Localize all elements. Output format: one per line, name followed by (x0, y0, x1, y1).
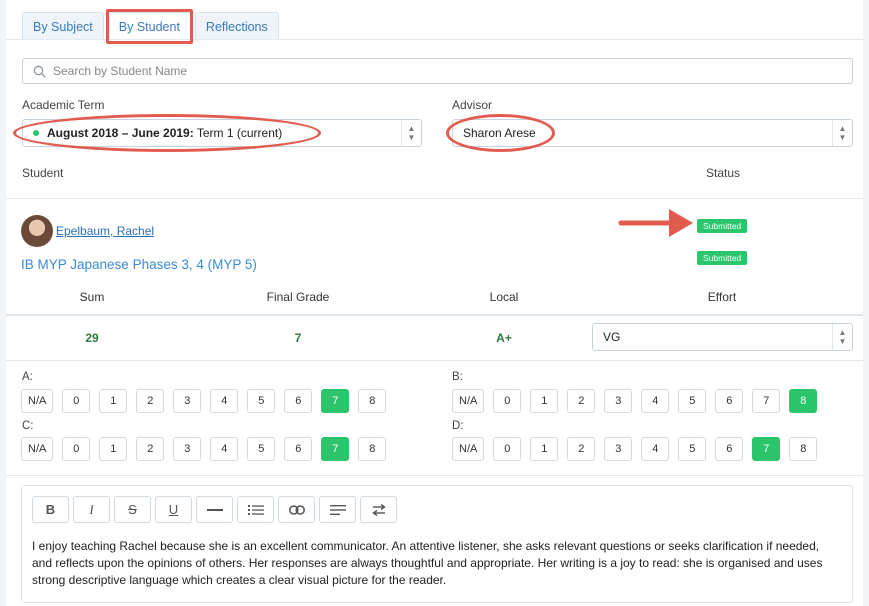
editor-divider (6, 475, 863, 476)
grade-button[interactable]: N/A (21, 389, 54, 413)
right-gutter (863, 0, 869, 606)
grade-button[interactable]: 4 (210, 437, 239, 461)
grade-button[interactable]: N/A (452, 389, 485, 413)
grade-button[interactable]: 3 (173, 437, 202, 461)
comment-editor[interactable]: B I S U I enjoy teaching Rachel because … (21, 485, 853, 603)
italic-icon[interactable]: I (73, 496, 110, 523)
search-icon (33, 65, 46, 77)
effort-value: VG (603, 330, 621, 344)
grade-button[interactable]: 6 (284, 437, 313, 461)
sum-value: 29 (85, 331, 99, 345)
grade-button[interactable]: 8 (358, 389, 387, 413)
grade-button[interactable]: 7 (752, 389, 781, 413)
criterion-b-label: B: (452, 371, 463, 383)
student-header: Student (22, 166, 64, 180)
annotation-ellipse (13, 114, 321, 152)
criterion-b-buttons: N/A 0 1 2 3 4 5 6 7 8 (452, 389, 826, 413)
link-icon[interactable] (278, 496, 315, 523)
header-divider (6, 198, 863, 199)
status-badge: Submitted (697, 251, 748, 265)
effort-header: Effort (707, 290, 737, 304)
grade-button[interactable]: 3 (604, 437, 633, 461)
align-icon[interactable] (319, 496, 356, 523)
grade-button[interactable]: 0 (493, 389, 522, 413)
advisor-label: Advisor (452, 98, 493, 112)
grade-button[interactable]: 5 (678, 437, 707, 461)
grade-button[interactable]: 5 (678, 389, 707, 413)
swap-icon[interactable] (360, 496, 397, 523)
local-header: Local (489, 290, 519, 304)
criteria-divider (6, 360, 863, 361)
grade-button[interactable]: 4 (210, 389, 239, 413)
criterion-d-label: D: (452, 420, 464, 432)
student-name-link[interactable]: Epelbaum, Rachel (56, 224, 154, 238)
final-grade-value: 7 (294, 331, 302, 345)
criterion-a-label: A: (22, 371, 33, 383)
grade-button[interactable]: 6 (715, 437, 744, 461)
grade-button[interactable]: 6 (284, 389, 313, 413)
grade-button[interactable]: 1 (530, 437, 559, 461)
status-badge: Submitted (697, 219, 748, 233)
criterion-c-label: C: (22, 420, 34, 432)
status-header: Status (706, 166, 741, 180)
tab-by-subject[interactable]: By Subject (22, 12, 104, 40)
grade-button[interactable]: 0 (62, 437, 91, 461)
grade-button[interactable]: 3 (604, 389, 633, 413)
grade-button[interactable]: 4 (641, 389, 670, 413)
term-label: Academic Term (22, 98, 105, 112)
criterion-d-buttons: N/A 0 1 2 3 4 5 6 7 8 (452, 437, 826, 461)
grade-button[interactable]: 2 (567, 389, 596, 413)
grade-button[interactable]: 4 (641, 437, 670, 461)
sum-header: Sum (79, 290, 105, 304)
chevron-updown-icon: ▲ ▼ (832, 324, 852, 350)
grade-button[interactable]: 8 (789, 389, 818, 413)
editor-toolbar: B I S U (32, 496, 401, 523)
grade-button[interactable]: 3 (173, 389, 202, 413)
underline-icon[interactable]: U (155, 496, 192, 523)
grade-button[interactable]: 7 (321, 437, 350, 461)
grade-button[interactable]: 2 (136, 389, 165, 413)
grade-button[interactable]: 1 (530, 389, 559, 413)
comment-text[interactable]: I enjoy teaching Rachel because she is a… (32, 538, 842, 589)
search-placeholder: Search by Student Name (53, 64, 188, 78)
annotation-box (106, 9, 193, 44)
grade-button[interactable]: 2 (567, 437, 596, 461)
grade-button[interactable]: 6 (715, 389, 744, 413)
final-grade-header: Final Grade (266, 290, 330, 304)
grade-button[interactable]: 1 (99, 389, 128, 413)
grade-button[interactable]: 5 (247, 437, 276, 461)
grade-button[interactable]: 1 (99, 437, 128, 461)
grade-button[interactable]: 0 (62, 389, 91, 413)
annotation-arrow-icon (618, 209, 693, 237)
chevron-updown-icon: ▲ ▼ (401, 120, 421, 146)
grade-button[interactable]: 8 (358, 437, 387, 461)
course-title: IB MYP Japanese Phases 3, 4 (MYP 5) (21, 257, 257, 272)
avatar (21, 215, 53, 247)
grades-divider (6, 314, 863, 316)
grade-button[interactable]: 7 (752, 437, 781, 461)
grade-button[interactable]: 8 (789, 437, 818, 461)
grade-button[interactable]: 5 (247, 389, 276, 413)
effort-select[interactable]: VG ▲ ▼ (592, 323, 853, 351)
search-input[interactable]: Search by Student Name (22, 58, 853, 84)
left-gutter (0, 0, 6, 606)
chevron-updown-icon: ▲ ▼ (832, 120, 852, 146)
bold-icon[interactable]: B (32, 496, 69, 523)
grade-button[interactable]: N/A (452, 437, 485, 461)
grade-button[interactable]: 2 (136, 437, 165, 461)
local-value: A+ (496, 331, 512, 345)
criterion-a-buttons: N/A 0 1 2 3 4 5 6 7 8 (21, 389, 395, 413)
annotation-ellipse (446, 114, 555, 152)
tab-reflections[interactable]: Reflections (194, 12, 279, 40)
strikethrough-icon[interactable]: S (114, 496, 151, 523)
criterion-c-buttons: N/A 0 1 2 3 4 5 6 7 8 (21, 437, 395, 461)
list-icon[interactable] (237, 496, 274, 523)
horizontal-rule-icon[interactable] (196, 496, 233, 523)
grade-button[interactable]: N/A (21, 437, 54, 461)
grade-button[interactable]: 0 (493, 437, 522, 461)
grade-button[interactable]: 7 (321, 389, 350, 413)
